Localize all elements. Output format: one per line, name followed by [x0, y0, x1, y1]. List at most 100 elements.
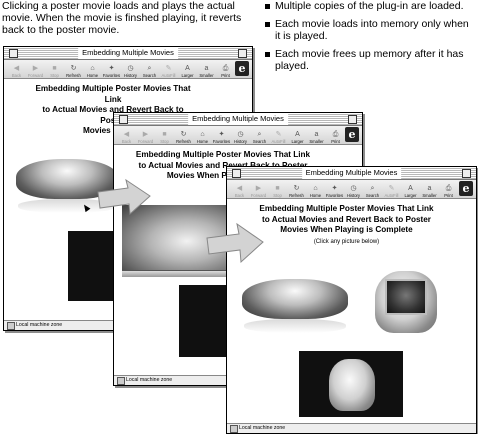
home-button[interactable]: ⌂ Home: [193, 127, 212, 144]
favorites-icon: ✦: [218, 131, 225, 138]
favorites-button[interactable]: ✦ Favorites: [212, 127, 231, 144]
refresh-button[interactable]: ↻ Refresh: [64, 61, 83, 78]
browser-toolbar: ◀ Back ▶ Forward ■ Stop ↻ Refresh ⌂ Home ✦ Fav…: [114, 126, 362, 145]
zoom-box[interactable]: [348, 115, 357, 124]
search-icon: ⌕: [257, 131, 262, 138]
close-box[interactable]: [232, 169, 241, 178]
imac-computer-image: [329, 359, 375, 411]
title-bar[interactable]: Embedding Multiple Movies: [114, 113, 362, 126]
history-icon: ◷: [350, 185, 357, 192]
refresh-icon: ↻: [293, 185, 300, 192]
browser-window-3: Embedding Multiple Movies ◀ Back ▶ Forward…: [226, 166, 477, 434]
larger-button[interactable]: A Larger: [401, 181, 420, 198]
back-button[interactable]: ◀ Back: [230, 181, 249, 198]
window-title: Embedding Multiple Movies: [188, 113, 288, 125]
title-bar[interactable]: Embedding Multiple Movies: [227, 167, 476, 180]
forward-button[interactable]: ▶ Forward: [26, 61, 45, 78]
forward-button[interactable]: ▶ Forward: [136, 127, 155, 144]
print-icon: ⎙: [332, 131, 339, 138]
smaller-button[interactable]: a Smaller: [197, 61, 216, 78]
arrow-shape: [97, 178, 151, 216]
stop-icon: ■: [162, 131, 167, 138]
poster-movie-imac-display[interactable]: [375, 271, 437, 333]
autofill-button[interactable]: ✎ AutoFill: [269, 127, 288, 144]
home-icon: ⌂: [90, 65, 95, 72]
speakers-reflection: [244, 319, 346, 333]
stop-button[interactable]: ■ Stop: [155, 127, 174, 144]
autofill-icon: ✎: [388, 185, 395, 192]
history-icon: ◷: [237, 131, 244, 138]
stop-button[interactable]: ■ Stop: [268, 181, 287, 198]
forward-button[interactable]: ▶ Forward: [249, 181, 268, 198]
arrow-shape: [206, 222, 264, 264]
back-icon: ◀: [236, 185, 243, 192]
refresh-button[interactable]: ↻ Refresh: [287, 181, 306, 198]
print-button[interactable]: ⎙ Print: [439, 181, 458, 198]
zone-icon: [7, 322, 15, 330]
forward-icon: ▶: [142, 131, 149, 138]
history-button[interactable]: ◷ History: [344, 181, 363, 198]
window-title: Embedding Multiple Movies: [301, 167, 402, 179]
favorites-icon: ✦: [331, 185, 338, 192]
close-box[interactable]: [9, 49, 18, 58]
bullet-item: Each movie frees up memory after it has …: [263, 48, 473, 72]
forward-icon: ▶: [32, 65, 39, 72]
search-icon: ⌕: [370, 185, 375, 192]
smaller-button[interactable]: a Smaller: [307, 127, 326, 144]
home-icon: ⌂: [200, 131, 205, 138]
autofill-button[interactable]: ✎ AutoFill: [159, 61, 178, 78]
browser-toolbar: ◀ Back ▶ Forward ■ Stop ↻ Refresh ⌂ Home ✦ Fav…: [4, 60, 252, 79]
search-button[interactable]: ⌕ Search: [250, 127, 269, 144]
search-icon: ⌕: [147, 65, 152, 72]
intro-caption: Clicking a poster movie loads and plays …: [2, 0, 242, 36]
home-button[interactable]: ⌂ Home: [306, 181, 325, 198]
stop-button[interactable]: ■ Stop: [45, 61, 64, 78]
favorites-button[interactable]: ✦ Favorites: [325, 181, 344, 198]
imac-screen: [385, 279, 427, 315]
larger-text-icon: A: [295, 131, 300, 138]
autofill-button[interactable]: ✎ AutoFill: [382, 181, 401, 198]
smaller-text-icon: a: [204, 65, 209, 72]
refresh-icon: ↻: [70, 65, 77, 72]
back-button[interactable]: ◀ Back: [117, 127, 136, 144]
stop-icon: ■: [275, 185, 280, 192]
refresh-button[interactable]: ↻ Refresh: [174, 127, 193, 144]
search-button[interactable]: ⌕ Search: [140, 61, 159, 78]
print-button[interactable]: ⎙ Print: [216, 61, 235, 78]
stop-icon: ■: [52, 65, 57, 72]
poster-movie-speakers[interactable]: [242, 279, 348, 319]
larger-text-icon: A: [408, 185, 413, 192]
forward-icon: ▶: [255, 185, 262, 192]
home-icon: ⌂: [313, 185, 318, 192]
zoom-box[interactable]: [238, 49, 247, 58]
zone-icon: [230, 425, 238, 433]
print-icon: ⎙: [222, 65, 229, 72]
autofill-icon: ✎: [275, 131, 282, 138]
title-bar[interactable]: Embedding Multiple Movies: [4, 47, 252, 60]
window-title: Embedding Multiple Movies: [78, 47, 178, 59]
smaller-button[interactable]: a Smaller: [420, 181, 439, 198]
search-button[interactable]: ⌕ Search: [363, 181, 382, 198]
movie-controller-bar[interactable]: [122, 270, 230, 277]
smaller-text-icon: a: [427, 185, 432, 192]
favorites-button[interactable]: ✦ Favorites: [102, 61, 121, 78]
larger-button[interactable]: A Larger: [178, 61, 197, 78]
home-button[interactable]: ⌂ Home: [83, 61, 102, 78]
bullet-item: Each movie loads into memory only when i…: [263, 18, 473, 42]
print-button[interactable]: ⎙ Print: [326, 127, 345, 144]
browser-logo-icon: e: [345, 127, 359, 142]
zoom-box[interactable]: [462, 169, 471, 178]
close-box[interactable]: [119, 115, 128, 124]
poster-movie-imac[interactable]: [299, 351, 403, 417]
browser-logo-icon: e: [235, 61, 249, 76]
autofill-icon: ✎: [165, 65, 172, 72]
smaller-text-icon: a: [314, 131, 319, 138]
status-bar: Local machine zone: [227, 423, 476, 433]
history-button[interactable]: ◷ History: [231, 127, 250, 144]
larger-button[interactable]: A Larger: [288, 127, 307, 144]
bullet-list: Multiple copies of the plug-in are loade…: [263, 0, 473, 78]
back-icon: ◀: [123, 131, 130, 138]
back-button[interactable]: ◀ Back: [7, 61, 26, 78]
history-button[interactable]: ◷ History: [121, 61, 140, 78]
bullet-item: Multiple copies of the plug-in are loade…: [263, 0, 473, 12]
